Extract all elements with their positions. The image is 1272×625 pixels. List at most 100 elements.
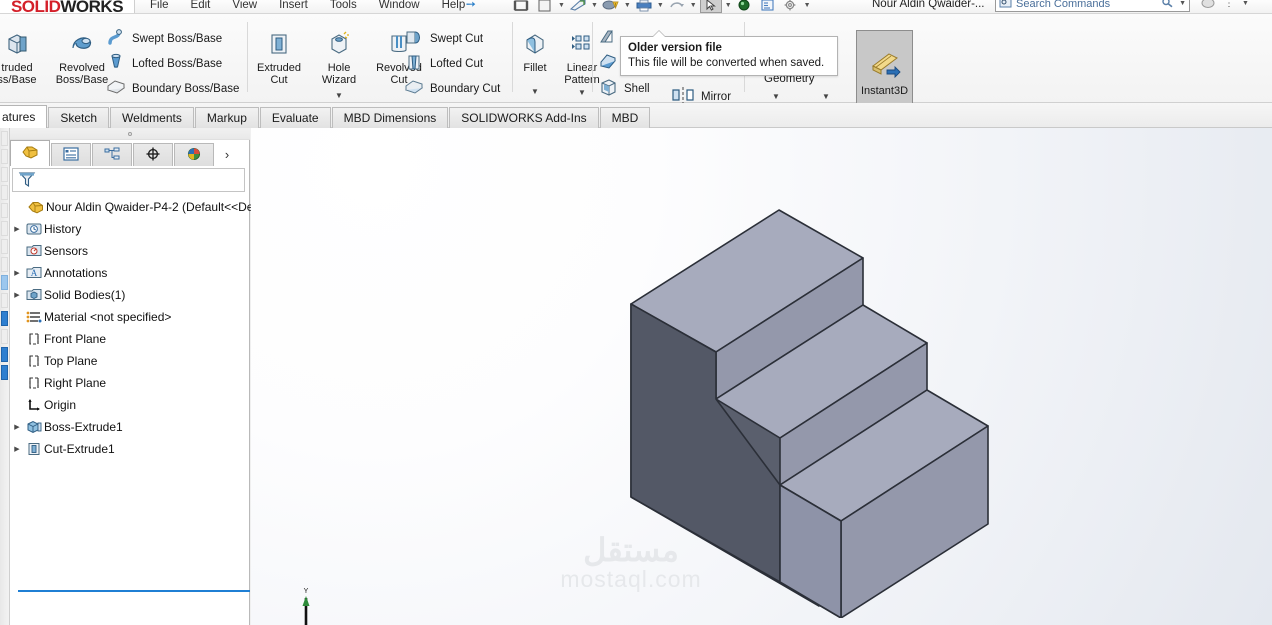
edge-cell [1,293,8,308]
property-manager-tab[interactable] [51,143,91,166]
new-document-icon[interactable] [512,0,532,13]
tab-markup[interactable]: Markup [194,107,259,128]
search-chevron-down-icon[interactable]: ▼ [1179,0,1186,7]
fillet-button[interactable]: Fillet ▼ [515,28,555,99]
menu-item-file[interactable]: File [150,0,169,11]
fillet-dropdown-icon[interactable]: ▼ [531,86,539,98]
title-bar: SOLIDWORKS File Edit View Insert Tools W… [0,0,1272,14]
menu-item-view[interactable]: View [232,0,257,11]
rebuild-icon[interactable] [735,0,755,13]
search-commands-box[interactable]: Search Commands ▼ [995,0,1190,12]
tree-item-material[interactable]: Material <not specified> [10,306,250,328]
watermark-latin-text: mostaql.com [560,566,702,592]
linear-pattern-dropdown-icon[interactable]: ▼ [578,87,586,99]
tree-item-history[interactable]: ▶ History [10,218,250,240]
swept-boss-base-button[interactable]: Swept Boss/Base [105,26,239,51]
feature-tree-items[interactable]: Nour Aldin Qwaider-P4-2 (Default<<De ▶ H… [10,196,253,460]
extruded-cut-button[interactable]: Extruded Cut [250,28,308,102]
select-cursor-icon[interactable] [699,0,722,13]
menu-item-window[interactable]: Window [379,0,420,11]
extruded-cut-icon [264,31,294,60]
tree-caret-annotations[interactable]: ▶ [10,269,24,277]
hole-wizard-dropdown-icon[interactable]: ▼ [335,90,343,102]
select-dropdown-icon[interactable]: ▼ [725,2,732,9]
tree-caret-cut-extrude1[interactable]: ▶ [10,445,24,453]
window-chevron-down-icon[interactable]: ▼ [1242,0,1249,7]
tree-item-origin[interactable]: Origin [10,394,250,416]
tab-weldments[interactable]: Weldments [110,107,194,128]
quick-access-toolbar[interactable]: ▼ ▼ ! ▼ ▼ ▼ ▼ ▼ [512,0,811,13]
tree-item-annotations[interactable]: ▶ A Annotations [10,262,250,284]
display-manager-tab[interactable] [174,143,214,166]
graphics-area[interactable]: مستقل mostaql.com Y [251,128,1272,625]
options-gear-icon[interactable] [781,0,801,13]
shell-button[interactable]: Shell [597,76,650,101]
feature-manager-panel[interactable]: › Nour Aldin Qwaider-P4-2 (Default<<De ▶… [10,128,253,625]
undo-icon[interactable] [667,0,687,13]
tab-mbd-dimensions[interactable]: MBD Dimensions [331,107,449,128]
edge-cell [1,347,8,362]
feature-tree-filter[interactable] [12,168,245,192]
tab-mbd[interactable]: MBD [599,107,651,128]
tab-sketch[interactable]: Sketch [48,107,110,128]
history-icon [24,221,44,237]
lofted-boss-base-button[interactable]: Lofted Boss/Base [105,51,239,76]
boundary-cut-icon [403,77,425,100]
undo-dropdown-icon[interactable]: ▼ [690,2,697,9]
lofted-cut-button[interactable]: Lofted Cut [403,51,500,76]
save-icon[interactable] [568,0,588,13]
tab-solidworks-addins[interactable]: SOLIDWORKS Add-Ins [449,107,599,128]
hole-wizard-button[interactable]: Hole Wizard ▼ [310,28,368,102]
print-warning-dropdown-icon[interactable]: ▼ [624,2,631,9]
menu-item-edit[interactable]: Edit [191,0,211,11]
configuration-manager-tab[interactable] [92,143,132,166]
tree-item-top-plane[interactable]: Top Plane [10,350,250,372]
save-dropdown-icon[interactable]: ▼ [591,2,598,9]
hole-wizard-label-1: Hole [327,62,351,74]
more-options-icon[interactable]: ⋮ [1224,0,1234,8]
boundary-boss-base-button[interactable]: Boundary Boss/Base [105,76,239,101]
tree-root-item[interactable]: Nour Aldin Qwaider-P4-2 (Default<<De [10,196,253,218]
edge-cell [1,185,8,200]
window-controls[interactable]: ⋮ ▼ [1200,0,1249,11]
curves-dropdown-icon[interactable]: ▼ [822,92,830,101]
tree-caret-history[interactable]: ▶ [10,225,24,233]
tree-item-right-plane[interactable]: Right Plane [10,372,250,394]
tree-caret-solid-bodies[interactable]: ▶ [10,291,24,299]
feature-tree-filter-input[interactable] [37,173,244,187]
tab-features[interactable]: atures [0,105,48,128]
configuration-manager-icon [102,146,122,165]
open-document-icon[interactable] [535,0,555,13]
tree-item-sensors[interactable]: Sensors [10,240,250,262]
feature-manager-tab-strip[interactable]: › [10,140,250,166]
menu-item-tools[interactable]: Tools [330,0,357,11]
tree-caret-boss-extrude1[interactable]: ▶ [10,423,24,431]
ribbon-toolbar[interactable]: truded ss/Base Revolved Boss/Base Swept … [0,14,1272,116]
extruded-boss-base-button[interactable]: truded ss/Base [0,28,46,86]
file-properties-icon[interactable] [758,0,778,13]
edge-cell [1,311,8,326]
reference-geometry-dropdown-icon[interactable]: ▼ [772,92,780,101]
menu-item-insert[interactable]: Insert [279,0,308,11]
command-manager-tabs[interactable]: atures Sketch Weldments Markup Evaluate … [0,103,1272,226]
tree-item-solid-bodies[interactable]: ▶ Solid Bodies(1) [10,284,250,306]
help-icon[interactable] [1200,0,1216,11]
panel-grip[interactable] [10,128,250,140]
more-tabs-chevron-right-icon[interactable]: › [215,143,239,166]
options-dropdown-icon[interactable]: ▼ [804,2,811,9]
open-dropdown-icon[interactable]: ▼ [558,2,565,9]
search-magnifier-icon[interactable] [1161,0,1175,11]
print-warning-icon[interactable]: ! [601,0,621,13]
boundary-cut-button[interactable]: Boundary Cut [403,76,500,101]
tab-evaluate[interactable]: Evaluate [259,107,331,128]
tree-item-boss-extrude1[interactable]: ▶ Boss-Extrude1 [10,416,250,438]
swept-cut-button[interactable]: Swept Cut [403,26,500,51]
tree-item-front-plane[interactable]: Front Plane [10,328,250,350]
menu-bar[interactable]: File Edit View Insert Tools Window Help [150,0,465,13]
print-icon[interactable] [634,0,654,13]
print-dropdown-icon[interactable]: ▼ [657,2,664,9]
tree-item-cut-extrude1[interactable]: ▶ Cut-Extrude1 [10,438,250,460]
dimxpert-manager-tab[interactable] [133,143,173,166]
feature-manager-tab[interactable] [10,140,50,166]
left-edge-strip[interactable] [0,128,10,625]
